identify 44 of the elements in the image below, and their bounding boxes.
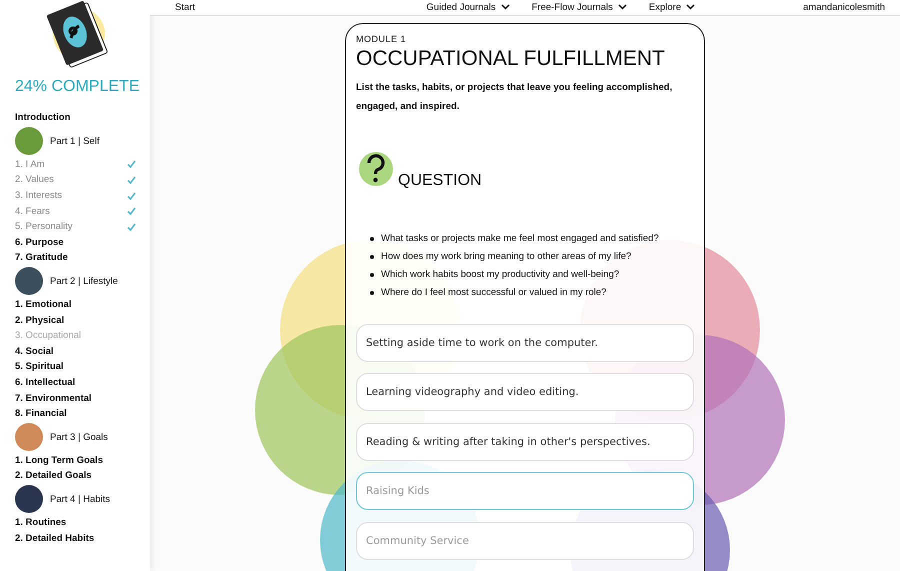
- start-link[interactable]: Start: [175, 2, 196, 13]
- lesson-link[interactable]: 2. Physical: [15, 312, 150, 328]
- answer-field[interactable]: Learning videography and video editing.: [356, 373, 694, 411]
- answer-field[interactable]: Setting aside time to work on the computer.: [356, 324, 694, 362]
- progress-heading: 24% COMPLETE: [15, 78, 140, 96]
- introduction-link[interactable]: Introduction: [15, 110, 150, 126]
- lesson-link[interactable]: 6. Intellectual: [15, 374, 150, 390]
- lesson-link[interactable]: 2. Detailed Habits: [15, 530, 150, 546]
- nav-menu[interactable]: Explore: [648, 2, 696, 13]
- module-label: MODULE 1: [356, 34, 408, 44]
- question-item: What tasks or projects make me feel most engaged and satisfied?: [381, 232, 659, 245]
- lesson-link[interactable]: 5. Spiritual: [15, 359, 150, 375]
- bullet-icon: [370, 236, 374, 240]
- chevron-down-icon: [500, 4, 510, 10]
- bullet-icon: [370, 254, 374, 258]
- nav-menu[interactable]: Free-Flow Journals: [532, 2, 627, 13]
- lesson-link[interactable]: 1. Emotional: [15, 296, 150, 312]
- lesson-link[interactable]: 2. Detailed Goals: [15, 468, 150, 484]
- lesson-link[interactable]: 1. Long Term Goals: [15, 452, 150, 468]
- answer-field[interactable]: Community Service: [356, 522, 694, 560]
- chevron-down-icon: [618, 4, 627, 10]
- question-heading: QUESTION: [398, 172, 482, 190]
- bullet-icon: [370, 272, 374, 276]
- nav-menu[interactable]: Guided Journals: [426, 2, 510, 13]
- user-link[interactable]: amandanicolesmith: [803, 2, 885, 13]
- question-item: Where do I feel most successful or valued in my role?: [381, 286, 606, 299]
- chevron-down-icon: [686, 4, 696, 10]
- answer-field[interactable]: Raising Kids: [356, 472, 694, 510]
- part-title[interactable]: Part 1 | Self: [50, 136, 100, 147]
- part-title[interactable]: Part 3 | Goals: [50, 432, 108, 442]
- lesson-link[interactable]: 4. Social: [15, 344, 150, 360]
- lesson-link[interactable]: 7. Environmental: [15, 390, 150, 406]
- part-title[interactable]: Part 4 | Habits: [50, 494, 110, 505]
- lesson-link[interactable]: 6. Purpose: [15, 234, 150, 250]
- lesson-link[interactable]: 7. Gratitude: [15, 250, 150, 266]
- answer-field[interactable]: Reading & writing after taking in other's perspectives.: [356, 422, 694, 460]
- question-item: Which work habits boost my productivity and well-being?: [381, 268, 620, 281]
- bullet-icon: [370, 290, 374, 294]
- lesson-link[interactable]: 1. Routines: [15, 514, 150, 530]
- question-item: How does my work bring meaning to other areas of my life?: [381, 250, 632, 263]
- lesson-link[interactable]: 8. Financial: [15, 406, 150, 422]
- module-intro: List the tasks, habits, or projects that leave you feeling accomplished, engaged, and inspired.: [356, 80, 674, 114]
- part-title[interactable]: Part 2 | Lifestyle: [50, 276, 118, 287]
- module-title: OCCUPATIONAL FULFILLMENT: [356, 46, 666, 72]
